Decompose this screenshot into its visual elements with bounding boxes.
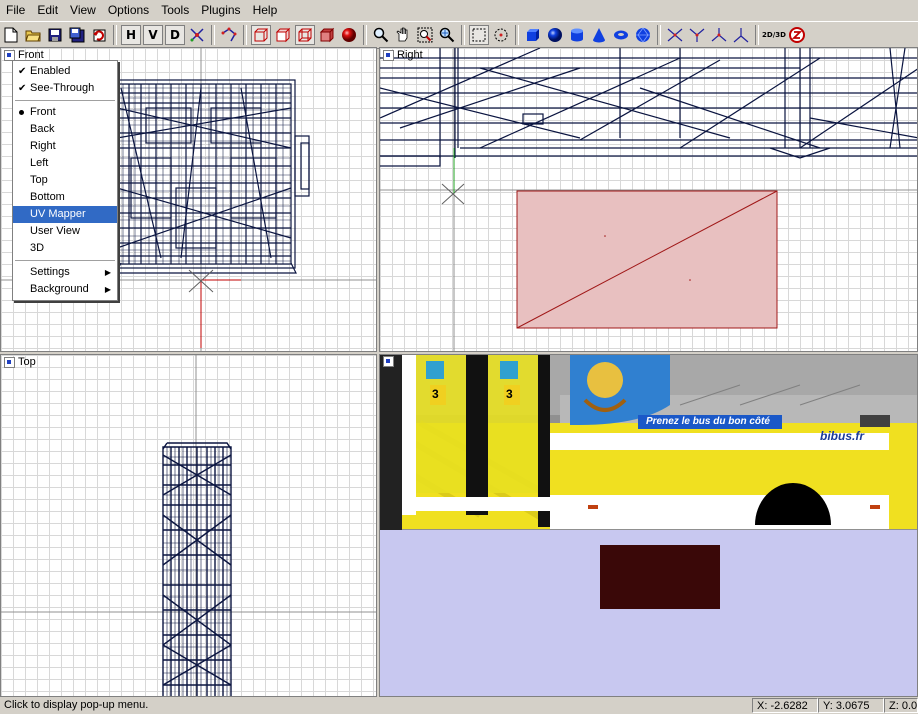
create-cylinder-icon[interactable] [567, 25, 587, 45]
line-number-badge: 3 [506, 387, 513, 401]
create-sphere-icon[interactable] [545, 25, 565, 45]
viewport-label-3d[interactable] [383, 356, 394, 367]
right-wireframe [380, 48, 917, 351]
toolbar-separator [363, 25, 367, 45]
submenu-arrow-icon: ▶ [104, 268, 111, 277]
toolbar-separator [657, 25, 661, 45]
zoom-fit-icon[interactable] [437, 25, 457, 45]
toggle-d-icon[interactable]: D [165, 25, 185, 45]
line-number-badge: 3 [432, 387, 439, 401]
toolbar-separator [515, 25, 519, 45]
revert-icon[interactable] [89, 25, 109, 45]
pan-hand-icon[interactable] [393, 25, 413, 45]
cube-wire-icon[interactable] [251, 25, 271, 45]
menu-item-left[interactable]: Left [13, 155, 117, 172]
viewport-title: Right [397, 49, 423, 61]
brand-logo: bibus.fr [820, 429, 864, 443]
radio-dot-icon [19, 110, 24, 115]
save-icon[interactable] [45, 25, 65, 45]
menu-item-uv-mapper[interactable]: UV Mapper [13, 206, 117, 223]
viewport-menu-icon[interactable] [383, 49, 394, 61]
menu-options[interactable]: Options [102, 1, 155, 20]
menu-item-back[interactable]: Back [13, 121, 117, 138]
menu-item-background[interactable]: Background ▶ [13, 281, 117, 298]
menu-item-settings[interactable]: Settings ▶ [13, 264, 117, 281]
submenu-arrow-icon: ▶ [104, 285, 111, 294]
menu-separator [15, 260, 115, 261]
toolbar-separator [243, 25, 247, 45]
toolbar-separator [461, 25, 465, 45]
ad-slogan: Prenez le bus du bon côté [646, 416, 770, 427]
view2d3d-icon[interactable]: 2D/3D [762, 25, 786, 45]
viewport-menu-icon[interactable] [4, 356, 15, 368]
bone-icon[interactable] [665, 25, 685, 45]
select-rect-icon[interactable] [469, 25, 489, 45]
menu-file[interactable]: File [0, 1, 31, 20]
cube-solid-icon[interactable] [317, 25, 337, 45]
scale-tool-icon[interactable] [709, 25, 729, 45]
checkmark-icon: ✔ [18, 66, 27, 77]
z-badge-icon[interactable] [787, 25, 807, 45]
create-geosphere-icon[interactable] [633, 25, 653, 45]
select-circle-icon[interactable] [491, 25, 511, 45]
menu-item-enabled[interactable]: ✔ Enabled [13, 63, 117, 80]
menu-item-see-through[interactable]: ✔ See-Through [13, 80, 117, 97]
viewport-popup-menu: ✔ Enabled ✔ See-Through Front Back Right L… [12, 60, 118, 301]
menu-edit[interactable]: Edit [31, 1, 64, 20]
cube-icon[interactable] [273, 25, 293, 45]
toolbar-separator [755, 25, 759, 45]
menu-item-3d[interactable]: 3D [13, 240, 117, 257]
viewport-menu-icon[interactable] [383, 356, 394, 367]
menu-item-right[interactable]: Right [13, 138, 117, 155]
open-folder-icon[interactable] [23, 25, 43, 45]
vertex-select-icon[interactable] [219, 25, 239, 45]
menu-help[interactable]: Help [247, 1, 284, 20]
cube-outline-icon[interactable] [295, 25, 315, 45]
save-as-icon[interactable] [67, 25, 87, 45]
rotate-tool-icon[interactable] [187, 25, 207, 45]
viewport-menu-icon[interactable] [4, 49, 15, 61]
create-cone-icon[interactable] [589, 25, 609, 45]
create-cube-icon[interactable] [523, 25, 543, 45]
menu-item-user-view[interactable]: User View [13, 223, 117, 240]
checkmark-icon: ✔ [18, 83, 27, 94]
zoom-icon[interactable] [371, 25, 391, 45]
viewport-label-right[interactable]: Right [383, 49, 423, 61]
zoom-region-icon[interactable] [415, 25, 435, 45]
status-x-coord: X: -2.6282 [752, 698, 818, 713]
toolbar: H V D 2D/3D [0, 21, 918, 49]
menu-separator [15, 100, 115, 101]
menu-bar: File Edit View Options Tools Plugins Hel… [0, 0, 918, 21]
create-torus-icon[interactable] [611, 25, 631, 45]
menu-plugins[interactable]: Plugins [195, 1, 246, 20]
joint-icon[interactable] [687, 25, 707, 45]
menu-item-bottom[interactable]: Bottom [13, 189, 117, 206]
status-y-coord: Y: 3.0675 [818, 698, 884, 713]
viewport-3d[interactable]: 3 3 Prenez le bus du bon côté bibus.fr [379, 354, 918, 697]
red-sphere-icon[interactable] [339, 25, 359, 45]
menu-view[interactable]: View [64, 1, 102, 20]
viewport-label-top[interactable]: Top [4, 356, 36, 368]
status-z-coord: Z: 0.0 [884, 698, 918, 713]
status-bar: Click to display pop-up menu. X: -2.6282… [0, 697, 918, 714]
top-wireframe [1, 355, 376, 696]
toggle-h-icon[interactable]: H [121, 25, 141, 45]
menu-item-front[interactable]: Front [13, 104, 117, 121]
viewport-top[interactable]: Top [0, 354, 377, 697]
menu-item-top[interactable]: Top [13, 172, 117, 189]
viewport-title: Top [18, 356, 36, 368]
y-axis-icon[interactable] [731, 25, 751, 45]
toggle-v-icon[interactable]: V [143, 25, 163, 45]
status-message: Click to display pop-up menu. [4, 699, 149, 711]
toolbar-separator [113, 25, 117, 45]
new-file-icon[interactable] [1, 25, 21, 45]
viewport-right[interactable]: Right [379, 47, 918, 352]
toolbar-separator [211, 25, 215, 45]
menu-tools[interactable]: Tools [155, 1, 195, 20]
textured-bus-render [380, 355, 917, 609]
